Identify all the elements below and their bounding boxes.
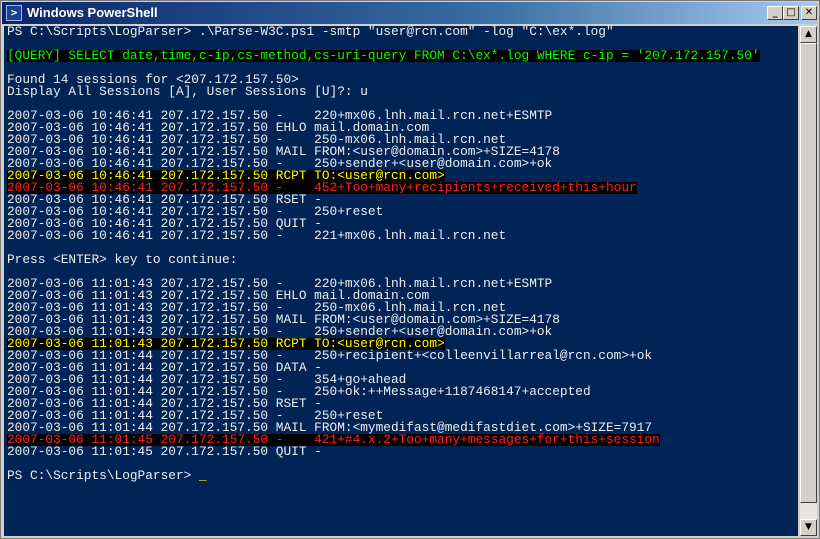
- console-line-text: Press <ENTER> key to continue:: [7, 252, 238, 267]
- scroll-down-arrow-icon[interactable]: ▼: [800, 519, 817, 536]
- console-line-text: [QUERY] SELECT date,time,c-ip,cs-method,…: [7, 48, 760, 63]
- text-cursor: _: [199, 468, 207, 483]
- title-bar[interactable]: > Windows PowerShell _ □ ✕: [2, 2, 818, 24]
- console-line: Display All Sessions [A], User Sessions …: [7, 84, 797, 99]
- window-title: Windows PowerShell: [27, 5, 158, 20]
- scroll-up-arrow-icon[interactable]: ▲: [800, 26, 817, 43]
- console-line: Press <ENTER> key to continue:: [7, 252, 797, 267]
- vertical-scrollbar[interactable]: ▲ ▼: [800, 26, 817, 536]
- console-line: PS C:\Scripts\LogParser> .\Parse-W3C.ps1…: [7, 26, 797, 38]
- close-button[interactable]: ✕: [801, 6, 817, 20]
- console-line: 2007-03-06 10:46:41 207.172.157.50 - 221…: [7, 228, 797, 243]
- console-line: [QUERY] SELECT date,time,c-ip,cs-method,…: [7, 48, 797, 63]
- maximize-button[interactable]: □: [783, 6, 799, 20]
- console-line-text: PS C:\Scripts\LogParser> .\Parse-W3C.ps1…: [7, 26, 614, 39]
- console-line-text: 2007-03-06 11:01:45 207.172.157.50 QUIT …: [7, 444, 322, 459]
- console-line: 2007-03-06 11:01:45 207.172.157.50 QUIT …: [7, 444, 797, 459]
- console-area[interactable]: PS C:\Scripts\LogParser> .\Parse-W3C.ps1…: [4, 26, 798, 536]
- powershell-window: > Windows PowerShell _ □ ✕ PS C:\Scripts…: [0, 0, 820, 539]
- console-line-text: 2007-03-06 10:46:41 207.172.157.50 - 221…: [7, 228, 507, 243]
- console-output: PS C:\Scripts\LogParser> .\Parse-W3C.ps1…: [7, 26, 797, 482]
- scroll-thumb[interactable]: [800, 43, 817, 503]
- console-line-text: PS C:\Scripts\LogParser>: [7, 468, 199, 483]
- minimize-button[interactable]: _: [767, 6, 783, 20]
- console-line-text: Display All Sessions [A], User Sessions …: [7, 84, 368, 99]
- powershell-icon: >: [6, 5, 22, 21]
- console-line: PS C:\Scripts\LogParser> _: [7, 468, 797, 483]
